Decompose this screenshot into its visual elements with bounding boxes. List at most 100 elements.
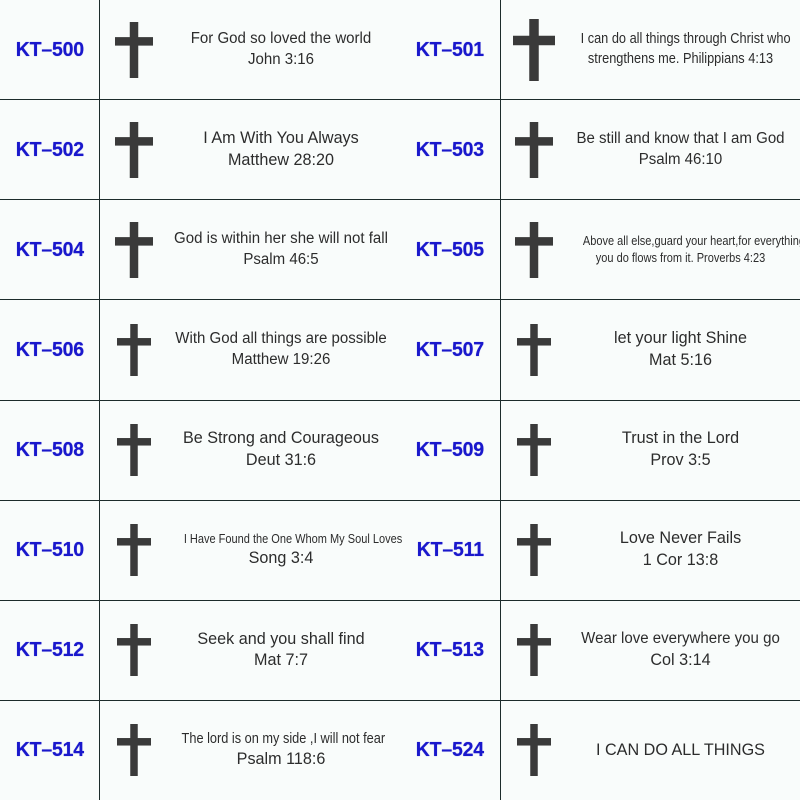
product-code-cell: KT–513: [400, 600, 501, 700]
verse-line-primary: Be Strong and Courageous: [183, 429, 379, 448]
verse-line-reference: Psalm 46:5: [243, 250, 319, 268]
verse-line-primary: With God all things are possible: [175, 330, 387, 348]
catalog-cell[interactable]: KT–503 Be still and know that I am God Psa…: [400, 100, 800, 200]
product-code-cell: KT–508: [0, 400, 100, 500]
catalog-cell[interactable]: KT–510 I Have Found the One Whom My Soul …: [0, 500, 403, 600]
product-preview-cell: With God all things are possible Matthew …: [100, 300, 400, 399]
verse-line-reference: Prov 3:5: [650, 451, 711, 470]
verse-line-reference: Psalm 46:10: [638, 150, 723, 168]
verse-line-primary: Seek and you shall find: [197, 629, 365, 648]
product-code: KT–510: [15, 538, 84, 562]
product-preview-cell: let your light Shine Mat 5:16: [501, 300, 800, 399]
catalog-cell[interactable]: KT–502 I Am With You Always Matthew 28:20: [0, 100, 400, 200]
product-code: KT–500: [15, 37, 84, 61]
christian-cross-icon: [100, 624, 168, 677]
catalog-cell[interactable]: KT–504 God is within her she will not fal…: [0, 200, 400, 300]
verse-text: Be Strong and Courageous Deut 31:6: [168, 428, 396, 472]
christian-cross-icon: [501, 121, 567, 178]
catalog-row: KT–510 I Have Found the One Whom My Soul …: [0, 500, 800, 601]
verse-line-reference: Mat 5:16: [649, 350, 712, 369]
verse-line-primary: The lord is on my side ,I will not fear: [181, 730, 386, 747]
verse-line-reference: Col 3:14: [650, 650, 711, 669]
product-preview-cell: Be Strong and Courageous Deut 31:6: [100, 401, 400, 500]
product-code-cell: KT–509: [400, 400, 501, 500]
product-preview-cell: I Am With You Always Matthew 28:20: [100, 100, 400, 199]
catalog-cell[interactable]: KT–507 let your light Shine Mat 5:16: [400, 300, 800, 400]
product-code: KT–503: [415, 137, 485, 161]
product-code-cell: KT–503: [400, 100, 501, 200]
catalog-row: KT–502 I Am With You Always Matthew 28:20 K…: [0, 100, 800, 201]
product-preview-cell: Above all else,guard your heart,for ever…: [501, 200, 800, 299]
verse-text: God is within her she will not fall Psalm…: [168, 229, 396, 270]
verse-line-reference: Matthew 19:26: [231, 350, 331, 368]
christian-cross-icon: [501, 221, 567, 278]
product-code: KT–508: [15, 438, 84, 462]
christian-cross-icon: [501, 724, 567, 777]
verse-text: I Have Found the One Whom My Soul Loves S…: [168, 530, 403, 570]
verse-line-reference: Deut 31:6: [245, 451, 317, 470]
verse-text: Be still and know that I am God Psalm 46:…: [567, 129, 796, 170]
product-preview-cell: Love Never Fails 1 Cor 13:8: [501, 501, 800, 600]
christian-cross-icon: [100, 724, 168, 777]
christian-cross-icon: [501, 424, 567, 477]
christian-cross-icon: [501, 624, 567, 677]
product-code: KT–509: [415, 438, 485, 462]
product-code-cell: KT–501: [400, 0, 501, 100]
product-code: KT–501: [415, 37, 485, 61]
product-code-cell: KT–507: [400, 300, 501, 400]
verse-line-primary: I Have Found the One Whom My Soul Loves: [183, 530, 403, 546]
catalog-cell[interactable]: KT–506 With God all things are possible Ma…: [0, 300, 400, 400]
product-preview-cell: Trust in the Lord Prov 3:5: [501, 401, 800, 500]
product-code-cell: KT–524: [400, 700, 501, 800]
verse-line-primary: I Am With You Always: [203, 128, 359, 147]
catalog-cell[interactable]: KT–505 Above all else,guard your heart,fo…: [400, 200, 800, 300]
catalog-row: KT–500 For God so loved the world John 3:1…: [0, 0, 800, 101]
catalog-cell[interactable]: KT–501 I can do all things through Christ…: [400, 0, 800, 100]
catalog-row: KT–504 God is within her she will not fal…: [0, 200, 800, 301]
product-code: KT–504: [15, 237, 84, 261]
product-code: KT–511: [416, 538, 484, 562]
product-preview-cell: I Have Found the One Whom My Soul Loves S…: [100, 501, 403, 600]
product-preview-cell: The lord is on my side ,I will not fear P…: [100, 701, 400, 800]
product-code-cell: KT–500: [0, 0, 100, 100]
catalog-row: KT–506 With God all things are possible Ma…: [0, 300, 800, 401]
catalog-cell[interactable]: KT–508 Be Strong and Courageous Deut 31:6: [0, 400, 400, 500]
catalog-cell[interactable]: KT–500 For God so loved the world John 3:1…: [0, 0, 400, 100]
verse-text: With God all things are possible Matthew …: [168, 329, 396, 370]
product-code-cell: KT–504: [0, 200, 100, 300]
christian-cross-icon: [100, 221, 168, 278]
verse-line-reference: Psalm 118:6: [236, 750, 326, 769]
catalog-cell[interactable]: KT–524 I CAN DO ALL THINGS: [400, 700, 800, 800]
product-code: KT–502: [15, 137, 84, 161]
catalog-row: KT–514 The lord is on my side ,I will not…: [0, 700, 800, 800]
catalog-cell[interactable]: KT–511 Love Never Fails 1 Cor 13:8: [400, 500, 800, 600]
catalog-row: KT–512 Seek and you shall find Mat 7:7 KT–5…: [0, 600, 800, 701]
catalog-cell[interactable]: KT–512 Seek and you shall find Mat 7:7: [0, 600, 400, 700]
verse-text: let your light Shine Mat 5:16: [567, 328, 796, 372]
product-preview-cell: I can do all things through Christ who st…: [501, 0, 800, 99]
christian-cross-icon: [100, 121, 168, 178]
verse-line-reference: 1 Cor 13:8: [642, 551, 719, 570]
verse-line-primary: I can do all things through Christ who: [580, 31, 791, 48]
product-code: KT–514: [15, 738, 84, 762]
catalog-cell[interactable]: KT–513 Wear love everywhere you go Col 3:1…: [400, 600, 800, 700]
product-code-cell: KT–502: [0, 100, 100, 200]
product-code: KT–505: [415, 237, 485, 261]
catalog-cell[interactable]: KT–509 Trust in the Lord Prov 3:5: [400, 400, 800, 500]
catalog-row: KT–508 Be Strong and Courageous Deut 31:6 K…: [0, 400, 800, 501]
product-code-cell: KT–511: [400, 500, 501, 600]
verse-text: Above all else,guard your heart,for ever…: [567, 233, 800, 267]
product-code-cell: KT–506: [0, 300, 100, 400]
verse-line-primary: For God so loved the world: [190, 30, 372, 48]
verse-line-primary: Trust in the Lord: [621, 429, 740, 448]
verse-text: Trust in the Lord Prov 3:5: [567, 428, 796, 472]
catalog-cell[interactable]: KT–514 The lord is on my side ,I will not…: [0, 700, 400, 800]
product-preview-cell: For God so loved the world John 3:16: [100, 0, 400, 99]
verse-text: For God so loved the world John 3:16: [168, 29, 396, 70]
verse-text: The lord is on my side ,I will not fear P…: [168, 730, 396, 771]
product-code: KT–506: [15, 337, 84, 361]
verse-line-primary: Be still and know that I am God: [576, 130, 785, 148]
verse-text: I CAN DO ALL THINGS: [567, 740, 796, 762]
product-code: KT–507: [415, 337, 485, 361]
christian-cross-icon: [501, 524, 567, 577]
